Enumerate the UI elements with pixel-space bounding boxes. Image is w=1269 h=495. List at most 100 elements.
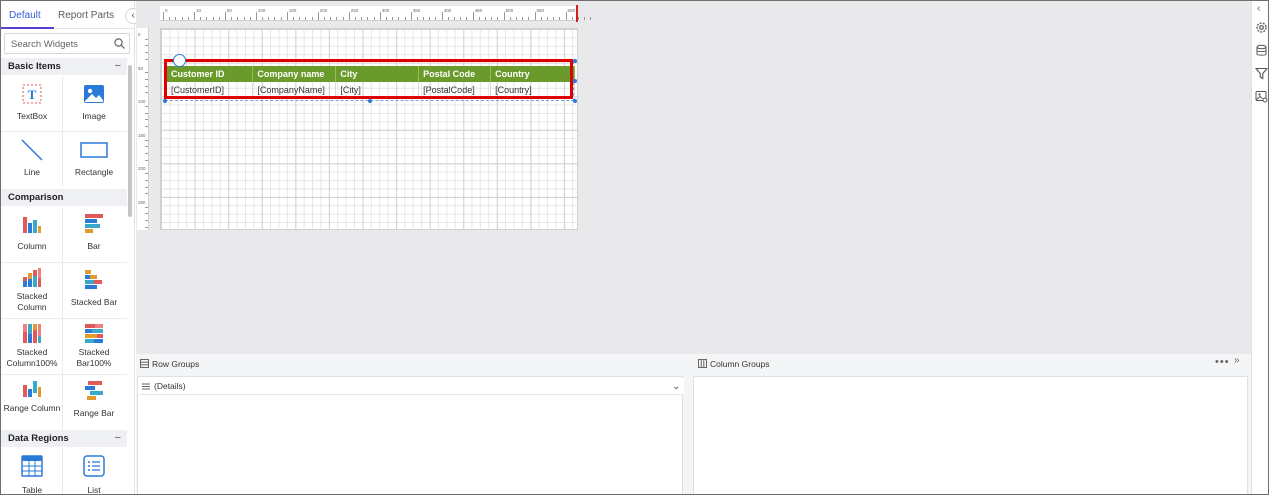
ruler-tick	[540, 17, 542, 20]
widget-label: Bar	[87, 241, 101, 251]
widget-column[interactable]: Column	[1, 213, 63, 252]
ruler-tick	[262, 17, 264, 20]
search-widgets	[4, 33, 130, 54]
grid-divider	[1, 318, 127, 319]
ruler-tick	[145, 85, 148, 87]
move-handle-icon[interactable]	[173, 54, 186, 67]
search-icon[interactable]	[113, 37, 126, 50]
widget-image[interactable]: Image	[63, 83, 125, 122]
tab-default[interactable]: Default	[9, 10, 41, 21]
ruler-tick	[145, 105, 148, 107]
drag-handle-icon[interactable]	[142, 383, 150, 390]
ruler-label: 350	[412, 8, 421, 13]
widget-label: Stacked Column100%	[6, 347, 58, 368]
widget-label: Range Bar	[73, 408, 115, 418]
database-icon[interactable]	[1255, 44, 1268, 57]
widget-range-column[interactable]: Range Column	[1, 379, 63, 414]
range-column-icon	[23, 381, 41, 397]
ruler-tick	[145, 139, 148, 141]
chevron-left-icon[interactable]: ‹	[1257, 3, 1260, 14]
resize-handle[interactable]	[573, 59, 577, 63]
panel-tabs: Default Report Parts	[1, 1, 135, 29]
vertical-ruler: 0 50 100 150 200 250	[137, 28, 149, 230]
widget-rectangle[interactable]: Rectangle	[63, 139, 125, 178]
widget-stacked-bar[interactable]: Stacked Bar	[63, 269, 125, 308]
bar-chart-icon	[85, 214, 103, 233]
ruler-tick	[441, 12, 443, 20]
ruler-tick	[497, 17, 499, 20]
textbox-icon: T	[22, 84, 42, 104]
widget-stacked-column100[interactable]: Stacked Column100%	[1, 323, 63, 369]
widget-label: Table	[21, 485, 43, 495]
widget-table[interactable]: Table	[1, 455, 63, 495]
ruler-tick	[187, 17, 189, 20]
ruler-tick	[565, 12, 567, 20]
resize-handle[interactable]	[573, 79, 577, 83]
resize-handle[interactable]	[573, 99, 577, 103]
widget-line[interactable]: Line	[1, 139, 63, 178]
column-groups-body	[693, 376, 1248, 494]
collapse-section-icon[interactable]: −	[115, 58, 121, 75]
ruler-tick	[145, 119, 148, 121]
ruler-tick	[559, 17, 561, 20]
ruler-tick	[404, 17, 406, 20]
ruler-label: 200	[138, 166, 146, 172]
section-title: Comparison	[8, 192, 64, 203]
ruler-tick	[243, 17, 245, 20]
ruler-tick	[145, 159, 148, 161]
gear-icon[interactable]	[1255, 21, 1268, 34]
tab-report-parts[interactable]: Report Parts	[58, 10, 114, 21]
ruler-tick	[231, 17, 233, 20]
section-title: Data Regions	[8, 433, 69, 444]
ruler-tick	[145, 193, 148, 195]
collapse-panel-icon[interactable]: »	[1234, 355, 1240, 366]
panel-scrollbar[interactable]	[128, 65, 132, 217]
ruler-width-marker[interactable]	[576, 5, 578, 22]
ruler-tick	[460, 17, 462, 20]
widget-textbox[interactable]: T TextBox	[1, 83, 63, 122]
ruler-label: 600	[567, 8, 576, 13]
collapse-section-icon[interactable]: −	[115, 430, 121, 447]
resize-handle[interactable]	[163, 99, 167, 103]
section-data-regions[interactable]: Data Regions −	[1, 430, 127, 447]
resize-handle[interactable]	[368, 99, 372, 103]
widget-label: Stacked Column	[16, 291, 48, 312]
image-settings-icon[interactable]	[1255, 90, 1268, 103]
ruler-tick	[522, 17, 524, 20]
ruler-tick	[336, 17, 338, 20]
ruler-tick	[447, 17, 449, 20]
properties-toolbar: ‹	[1251, 1, 1268, 494]
svg-text:T: T	[28, 87, 37, 102]
details-group-row[interactable]: (Details) ⌄	[139, 378, 684, 395]
ruler-tick	[145, 92, 148, 94]
chevron-down-icon[interactable]: ⌄	[672, 381, 680, 392]
widget-label: List	[87, 485, 101, 495]
section-basic-items[interactable]: Basic Items −	[1, 58, 127, 75]
widget-stacked-column[interactable]: Stacked Column	[1, 267, 63, 313]
ruler-label: 50	[138, 65, 144, 71]
section-comparison[interactable]: Comparison	[1, 189, 127, 206]
highlight-box	[164, 59, 573, 99]
filter-icon[interactable]	[1255, 67, 1268, 80]
column-groups-icon	[698, 359, 707, 368]
ruler-tick	[305, 17, 307, 20]
more-options-icon[interactable]: •••	[1215, 356, 1230, 368]
ruler-tick	[379, 12, 381, 20]
ruler-tick	[367, 17, 369, 20]
line-icon	[21, 139, 43, 161]
chevron-left-icon: ‹	[131, 10, 135, 21]
rectangle-icon	[80, 142, 108, 158]
widget-range-bar[interactable]: Range Bar	[63, 380, 125, 419]
ruler-tick	[392, 17, 394, 20]
ruler-tick	[218, 17, 220, 20]
ruler-tick	[268, 17, 270, 20]
ruler-tick	[145, 213, 148, 215]
widget-stacked-bar100[interactable]: Stacked Bar100%	[63, 323, 125, 369]
list-icon	[83, 455, 105, 477]
widget-list[interactable]: List	[63, 455, 125, 495]
search-input[interactable]	[11, 37, 111, 51]
ruler-label: 300	[381, 8, 390, 13]
stacked-bar-icon	[85, 270, 102, 289]
widget-bar[interactable]: Bar	[63, 213, 125, 252]
ruler-label: 50	[226, 8, 232, 13]
